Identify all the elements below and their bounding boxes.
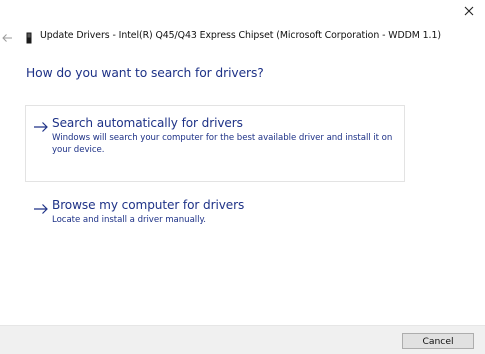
cancel-button[interactable]: Cancel bbox=[402, 333, 474, 349]
option-description: Windows will search your computer for th… bbox=[52, 133, 393, 155]
close-button[interactable] bbox=[462, 3, 476, 17]
option-title: Browse my computer for drivers bbox=[52, 198, 245, 212]
back-arrow-icon bbox=[2, 34, 12, 42]
search-automatically-option[interactable]: Search automatically for drivers Windows… bbox=[25, 105, 405, 182]
arrow-right-icon bbox=[33, 118, 49, 132]
close-icon bbox=[464, 6, 474, 16]
page-heading: How do you want to search for drivers? bbox=[26, 66, 264, 80]
arrow-right-icon bbox=[33, 200, 49, 214]
dialog-footer: Cancel bbox=[0, 325, 485, 354]
option-title: Search automatically for drivers bbox=[52, 116, 243, 130]
update-drivers-dialog: Update Drivers - Intel(R) Q45/Q43 Expres… bbox=[0, 0, 485, 354]
option-description: Locate and install a driver manually. bbox=[52, 215, 206, 225]
browse-computer-option[interactable]: Browse my computer for drivers Locate an… bbox=[25, 188, 405, 242]
device-icon bbox=[26, 29, 32, 44]
back-button[interactable] bbox=[1, 29, 13, 42]
window-title: Update Drivers - Intel(R) Q45/Q43 Expres… bbox=[40, 30, 441, 41]
